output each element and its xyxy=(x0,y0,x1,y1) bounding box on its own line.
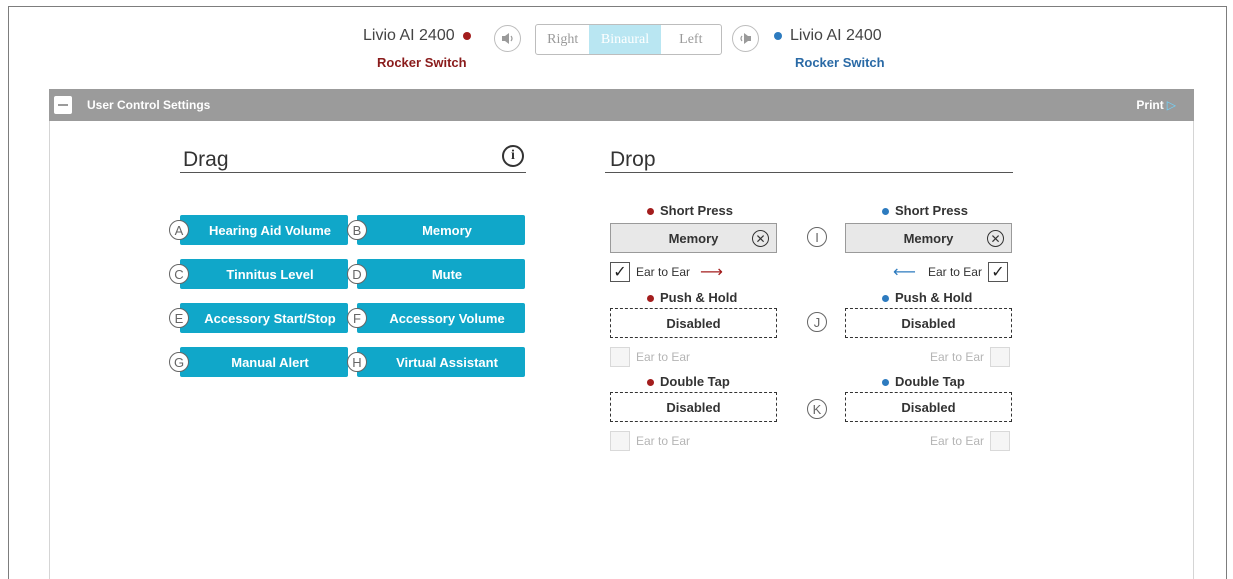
section-header: User Control Settings Print ▷ xyxy=(49,89,1194,121)
ear-option-left[interactable]: Left xyxy=(661,25,721,54)
left-push-hold-label: Push & Hold xyxy=(647,290,737,305)
letter-i-icon: I xyxy=(807,227,827,247)
drag-title: Drag xyxy=(183,148,229,171)
play-arrow-icon: ▷ xyxy=(1166,98,1176,112)
ear-selector: Right Binaural Left xyxy=(535,24,722,55)
letter-c-icon: C xyxy=(169,264,189,284)
letter-h-icon: H xyxy=(347,352,367,372)
letter-j-icon: J xyxy=(807,312,827,332)
letter-g-icon: G xyxy=(169,352,189,372)
print-link[interactable]: Print ▷ xyxy=(1136,98,1176,112)
tile-accessory-start-stop[interactable]: Accessory Start/Stop xyxy=(180,303,348,333)
left-ear-dot-icon xyxy=(647,379,654,387)
left-double-tap-label: Double Tap xyxy=(647,374,730,389)
remove-icon[interactable]: ✕ xyxy=(752,230,769,247)
right-double-tap-slot[interactable]: Disabled xyxy=(845,392,1012,422)
left-push-hold-slot[interactable]: Disabled xyxy=(610,308,777,338)
right-short-press-slot[interactable]: Memory ✕ xyxy=(845,223,1012,253)
right-device: Livio AI 2400 xyxy=(774,27,882,45)
right-double-tap-ear-to-ear: Ear to Ear xyxy=(930,431,1011,451)
speaker-right-glyph xyxy=(740,33,751,44)
left-double-tap-slot[interactable]: Disabled xyxy=(610,392,777,422)
right-ear-dot-icon xyxy=(882,295,889,303)
left-double-tap-text: Double Tap xyxy=(660,374,730,389)
right-ear-dot-icon xyxy=(774,31,782,40)
tile-tinnitus-level[interactable]: Tinnitus Level xyxy=(180,259,348,289)
right-push-hold-text: Push & Hold xyxy=(895,290,973,305)
print-label: Print xyxy=(1136,98,1164,112)
right-double-tap-text: Double Tap xyxy=(895,374,965,389)
letter-k-icon: K xyxy=(807,399,827,419)
left-device-sublabel: Rocker Switch xyxy=(377,55,467,70)
right-short-press-text: Short Press xyxy=(895,203,968,218)
ear-option-binaural[interactable]: Binaural xyxy=(589,25,661,54)
left-short-press-value: Memory xyxy=(668,230,719,246)
right-double-tap-label: Double Tap xyxy=(882,374,965,389)
user-control-panel: Drag i Hearing Aid Volume A Memory B Tin… xyxy=(49,121,1194,579)
left-push-hold-ear-to-ear: Ear to Ear xyxy=(610,347,690,367)
tile-manual-alert[interactable]: Manual Alert xyxy=(180,347,348,377)
right-device-name: Livio AI 2400 xyxy=(790,27,882,44)
section-title: User Control Settings xyxy=(87,98,211,112)
left-ear-dot-icon xyxy=(462,31,471,40)
left-ear-dot-icon xyxy=(647,295,654,303)
remove-icon[interactable]: ✕ xyxy=(987,230,1004,247)
letter-d-icon: D xyxy=(347,264,367,284)
right-ear-dot-icon xyxy=(882,208,889,216)
arrow-right-icon: ⟶ xyxy=(700,264,723,281)
letter-b-icon: B xyxy=(347,220,367,240)
tile-mute[interactable]: Mute xyxy=(357,259,525,289)
right-short-press-label: Short Press xyxy=(882,203,968,218)
letter-e-icon: E xyxy=(169,308,189,328)
ear-to-ear-checkbox xyxy=(990,347,1011,367)
left-short-press-slot[interactable]: Memory ✕ xyxy=(610,223,777,253)
right-short-press-value: Memory xyxy=(903,230,954,246)
letter-a-icon: A xyxy=(169,220,189,240)
ear-to-ear-label: Ear to Ear xyxy=(636,434,691,448)
ear-to-ear-label: Ear to Ear xyxy=(636,350,691,364)
ear-to-ear-label: Ear to Ear xyxy=(930,350,985,364)
drag-divider xyxy=(180,172,526,173)
ear-to-ear-label: Ear to Ear xyxy=(927,265,982,279)
drop-title: Drop xyxy=(610,148,656,171)
tile-accessory-volume[interactable]: Accessory Volume xyxy=(357,303,525,333)
speaker-left-glyph xyxy=(502,33,513,44)
ear-to-ear-checkbox[interactable]: ✓ xyxy=(987,262,1008,282)
right-ear-dot-icon xyxy=(882,379,889,387)
ear-option-right[interactable]: Right xyxy=(536,25,589,54)
right-device-sublabel: Rocker Switch xyxy=(795,55,885,70)
left-short-press-ear-to-ear: ✓ Ear to Ear ⟶ xyxy=(610,262,723,282)
ear-to-ear-checkbox xyxy=(610,347,630,367)
ear-to-ear-label: Ear to Ear xyxy=(930,434,985,448)
collapse-icon[interactable] xyxy=(54,96,72,114)
left-short-press-label: Short Press xyxy=(647,203,733,218)
info-icon[interactable]: i xyxy=(502,145,524,167)
tile-hearing-aid-volume[interactable]: Hearing Aid Volume xyxy=(180,215,348,245)
right-short-press-ear-to-ear: ⟵ Ear to Ear ✓ xyxy=(893,262,1008,282)
left-device: Livio AI 2400 xyxy=(363,27,471,45)
speaker-right-icon[interactable] xyxy=(732,25,759,52)
app-window: Livio AI 2400 Rocker Switch Right Binaur… xyxy=(8,6,1227,579)
right-push-hold-slot[interactable]: Disabled xyxy=(845,308,1012,338)
arrow-left-icon: ⟵ xyxy=(893,264,916,281)
left-short-press-text: Short Press xyxy=(660,203,733,218)
left-push-hold-text: Push & Hold xyxy=(660,290,738,305)
right-push-hold-ear-to-ear: Ear to Ear xyxy=(930,347,1011,367)
left-device-name: Livio AI 2400 xyxy=(363,27,455,44)
left-ear-dot-icon xyxy=(647,208,654,216)
left-double-tap-ear-to-ear: Ear to Ear xyxy=(610,431,690,451)
letter-f-icon: F xyxy=(347,308,367,328)
ear-to-ear-checkbox[interactable]: ✓ xyxy=(610,262,630,282)
ear-to-ear-label: Ear to Ear xyxy=(636,265,691,279)
drop-divider xyxy=(605,172,1013,173)
speaker-left-icon[interactable] xyxy=(494,25,521,52)
ear-to-ear-checkbox xyxy=(990,431,1011,451)
ear-to-ear-checkbox xyxy=(610,431,630,451)
right-push-hold-label: Push & Hold xyxy=(882,290,972,305)
tile-virtual-assistant[interactable]: Virtual Assistant xyxy=(357,347,525,377)
tile-memory[interactable]: Memory xyxy=(357,215,525,245)
